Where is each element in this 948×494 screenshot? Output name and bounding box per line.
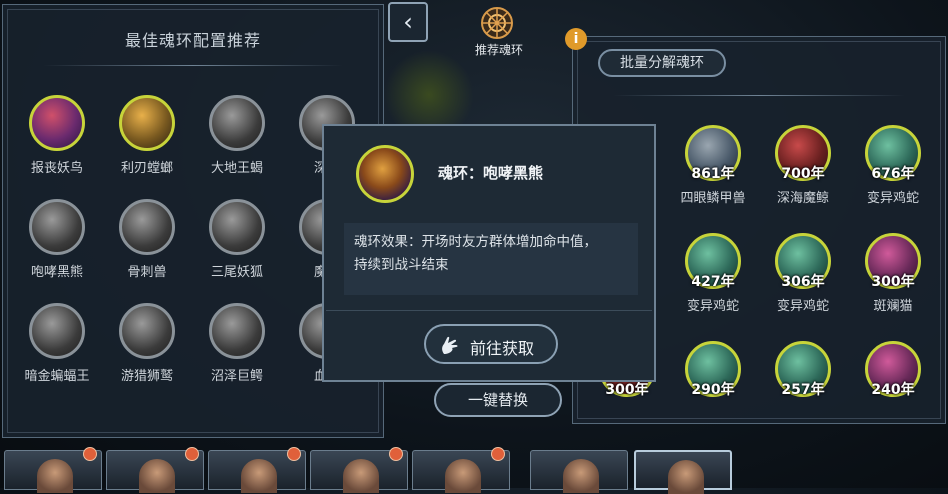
recommend-ring-icon[interactable] [477,5,517,41]
right-divider [613,95,905,96]
ring-slot[interactable]: 三尾妖狐 [197,199,277,280]
notification-dot [185,447,199,461]
character-portrait [668,460,704,494]
popup-title: 魂环：咆哮黑熊 [438,164,544,182]
owned-ring-slot[interactable]: 306年变异鸡蛇 [763,233,843,314]
ring-years: 700年 [781,166,825,182]
character-card-selected[interactable] [634,450,732,494]
ring-icon [209,303,265,359]
go-obtain-label: 前往获取 [470,339,535,358]
info-icon[interactable]: i [565,28,587,50]
ring-slot[interactable]: 大地王蝎 [197,95,277,176]
ring-years: 300年 [871,274,915,290]
ring-name: 变异鸡蛇 [686,299,739,314]
popup-divider [326,310,652,311]
ring-slot[interactable]: 暗金蝙蝠王 [17,303,97,384]
effect-line-1: 魂环效果：开场时友方群体增加命中值， [354,234,597,250]
ring-name: 四眼鳞甲兽 [680,191,746,206]
ring-slot[interactable]: 咆哮黑熊 [17,199,97,280]
owned-ring-slot[interactable]: 240年 [853,341,933,403]
back-button[interactable]: ‹ [388,2,428,42]
character-card[interactable] [412,447,510,493]
character-card[interactable] [106,447,204,493]
ring-effect-box: 魂环效果：开场时友方群体增加命中值， 持续到战斗结束 [344,223,638,295]
one-click-replace-button[interactable]: 一键替换 [434,383,562,417]
owned-ring-slot[interactable]: 257年 [763,341,843,403]
character-bar [0,444,948,494]
ring-slot[interactable]: 利刃螳螂 [107,95,187,176]
ring-detail-popup: 魂环：咆哮黑熊 魂环效果：开场时友方群体增加命中值， 持续到战斗结束 前往获取 [322,124,656,382]
title-divider [43,65,343,66]
ring-name: 斑斓猫 [873,299,913,314]
ring-icon [209,95,265,151]
ring-icon [119,303,175,359]
owned-ring-slot[interactable]: 676年变异鸡蛇 [853,125,933,206]
notification-dot [287,447,301,461]
character-card[interactable] [208,447,306,493]
ring-name: 三尾妖狐 [210,265,263,280]
ring-name: 咆哮黑熊 [30,265,83,280]
ring-slot[interactable]: 沼泽巨鳄 [197,303,277,384]
notification-dot [389,447,403,461]
notification-dot [491,447,505,461]
chevron-left-icon: ‹ [403,8,413,36]
ring-name: 暗金蝙蝠王 [24,369,90,384]
ring-years: 427年 [691,274,735,290]
notification-dot [83,447,97,461]
owned-ring-slot[interactable]: 700年深海魔鲸 [763,125,843,206]
bear-ring-icon [356,145,414,203]
ring-icon [119,95,175,151]
owned-ring-slot[interactable]: 290年 [673,341,753,403]
ring-slot[interactable]: 报丧妖鸟 [17,95,97,176]
ring-name: 利刃螳螂 [120,161,173,176]
ring-years: 257年 [781,382,825,398]
ring-name: 变异鸡蛇 [866,191,919,206]
ring-icon [29,303,85,359]
go-obtain-button[interactable]: 前往获取 [424,324,558,364]
ring-icon [209,199,265,255]
ring-name: 变异鸡蛇 [776,299,829,314]
ring-years: 306年 [781,274,825,290]
ring-slot[interactable]: 骨刺兽 [107,199,187,280]
ring-icon [29,199,85,255]
ring-name: 大地王蝎 [210,161,263,176]
ring-icon [29,95,85,151]
ring-slot[interactable]: 游猎狮鹫 [107,303,187,384]
hand-icon [442,336,458,354]
ring-years: 240年 [871,382,915,398]
character-card[interactable] [530,450,628,493]
ring-years: 861年 [691,166,735,182]
owned-ring-slot[interactable]: 300年斑斓猫 [853,233,933,314]
character-card[interactable] [310,447,408,493]
owned-ring-slot[interactable]: 427年变异鸡蛇 [673,233,753,314]
ring-icon [119,199,175,255]
ring-name: 骨刺兽 [127,265,167,280]
effect-line-2: 持续到战斗结束 [354,257,449,273]
owned-ring-slot[interactable]: 861年四眼鳞甲兽 [673,125,753,206]
ring-name: 沼泽巨鳄 [210,369,263,384]
ring-years: 300年 [605,382,649,398]
batch-decompose-button[interactable]: 批量分解魂环 [598,49,726,77]
ring-name: 游猎狮鹫 [120,369,173,384]
ring-years: 290年 [691,382,735,398]
ring-name: 报丧妖鸟 [30,161,83,176]
ring-years: 676年 [871,166,915,182]
recommend-ring-label[interactable]: 推荐魂环 [462,41,536,58]
ring-name: 深海魔鲸 [776,191,829,206]
character-card[interactable] [4,447,102,493]
panel-title: 最佳魂环配置推荐 [124,31,261,50]
